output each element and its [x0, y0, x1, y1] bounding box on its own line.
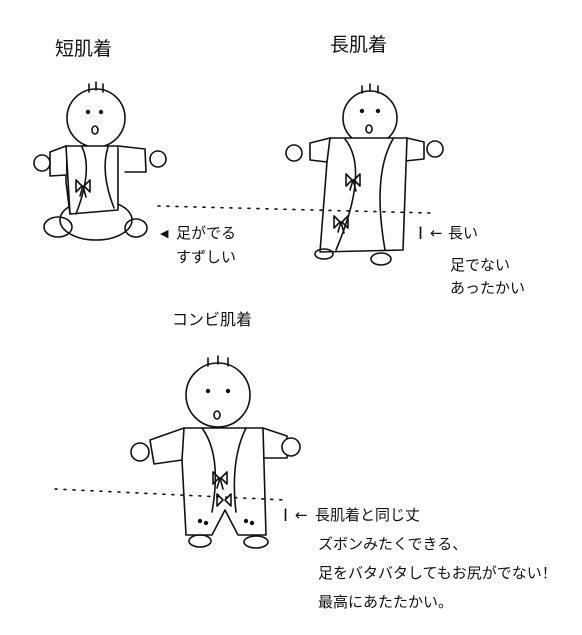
- illustration-canvas: [33, 81, 444, 549]
- long-undershirt-title: 長肌着: [330, 34, 388, 56]
- left-arrow-icon: ←: [295, 506, 308, 524]
- left-arrow-icon: ←: [430, 224, 443, 242]
- combination-undershirt-title: コンビ肌着: [172, 310, 253, 329]
- long-undershirt-note-3: あったかい: [450, 279, 526, 297]
- short-undershirt-baby-drawing: [33, 81, 167, 241]
- combination-undershirt-baby-drawing: [130, 355, 301, 549]
- combination-undershirt-note-1: 長肌着と同じ丈: [315, 506, 421, 524]
- combination-undershirt-note-2: ズボンみたくできる、: [318, 535, 468, 553]
- arrow-icon: ◀: [160, 227, 169, 240]
- short-undershirt-note-2: すずしい: [176, 248, 237, 266]
- short-undershirt-note-1: 足がでる: [176, 224, 237, 242]
- length-marker-icon: I: [418, 224, 424, 244]
- combination-undershirt-note-3: 足をバタバタしてもお尻がでない！: [318, 564, 557, 582]
- long-undershirt-note-1: 長い: [448, 224, 479, 242]
- short-undershirt-title: 短肌着: [55, 38, 113, 60]
- length-marker-icon: I: [283, 506, 289, 526]
- combination-undershirt-note-4: 最高にあたたかい。: [318, 593, 454, 611]
- long-undershirt-note-2: 足でない: [450, 256, 511, 274]
